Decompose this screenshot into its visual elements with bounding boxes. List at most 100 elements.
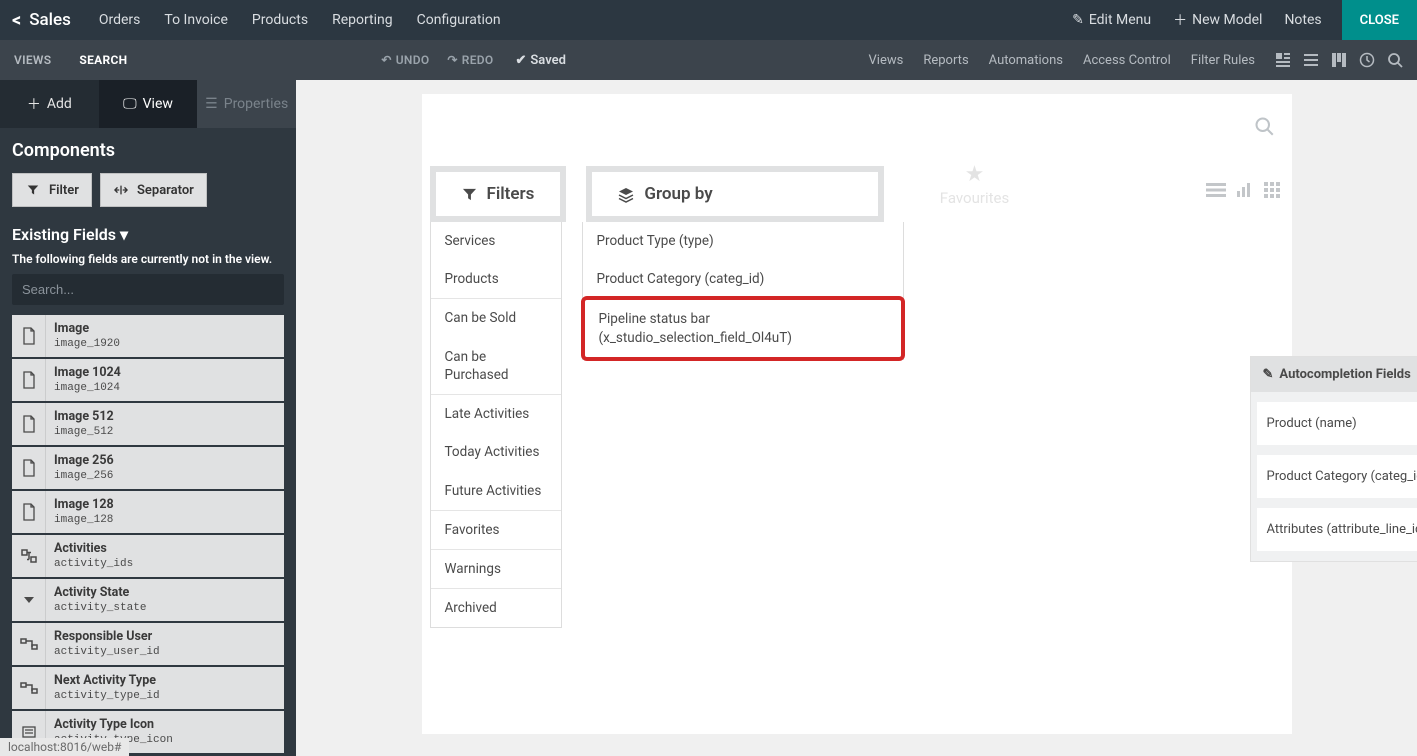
- add-tab[interactable]: ＋Add: [0, 80, 99, 128]
- pencil-icon: ✎: [1072, 12, 1084, 28]
- field-label: Activity Type Icon: [54, 717, 173, 733]
- new-model-button[interactable]: ＋New Model: [1173, 10, 1262, 30]
- kanban-view-icon[interactable]: [1331, 52, 1347, 68]
- autocomplete-item[interactable]: Product Category (categ_id): [1257, 455, 1417, 498]
- field-item[interactable]: Image 128image_128: [12, 491, 284, 533]
- automations-link[interactable]: Automations: [989, 53, 1063, 68]
- field-item[interactable]: Imageimage_1920: [12, 315, 284, 357]
- field-code: activity_user_id: [54, 646, 160, 659]
- undo-icon: ↶: [381, 53, 391, 67]
- groupby-tab-button[interactable]: Group by: [586, 166, 884, 222]
- autocompletion-panel: ✎Autocompletion Fields Product (name)Pro…: [1250, 356, 1417, 562]
- monitor-icon: 🖵: [123, 96, 137, 112]
- filter-item[interactable]: Favorites: [431, 510, 561, 549]
- link-icon: [12, 535, 46, 577]
- close-button[interactable]: CLOSE: [1342, 0, 1417, 40]
- filter-item[interactable]: Services: [431, 222, 561, 260]
- caret-down-icon: ▾: [120, 225, 128, 244]
- field-item[interactable]: Image 1024image_1024: [12, 359, 284, 401]
- funnel-icon: [25, 183, 41, 198]
- field-code: activity_ids: [54, 558, 133, 571]
- field-list: Imageimage_1920Image 1024image_1024Image…: [12, 315, 284, 753]
- reports-link[interactable]: Reports: [923, 53, 968, 68]
- groupby-column: Product Type (type)Product Category (cat…: [582, 222, 904, 360]
- existing-fields-toggle[interactable]: Existing Fields▾: [12, 225, 284, 244]
- app-title[interactable]: Sales: [29, 10, 71, 30]
- field-item[interactable]: Activity Stateactivity_state: [12, 579, 284, 621]
- redo-icon: ↷: [447, 53, 457, 67]
- layers-icon: [618, 184, 634, 204]
- field-item[interactable]: Activitiesactivity_ids: [12, 535, 284, 577]
- groupby-item[interactable]: Product Type (type): [583, 222, 903, 260]
- menu-products[interactable]: Products: [252, 12, 308, 28]
- wand-icon: ✎: [1263, 367, 1274, 382]
- star-icon: ★: [920, 162, 1030, 187]
- field-label: Responsible User: [54, 629, 160, 645]
- separator-icon: [113, 183, 129, 198]
- filters-column: ServicesProductsCan be SoldCan be Purcha…: [430, 222, 562, 628]
- autocomplete-item[interactable]: Attributes (attribute_line_ids): [1257, 508, 1417, 551]
- filter-item[interactable]: Can be Sold: [431, 298, 561, 337]
- file-icon: [12, 359, 46, 401]
- field-label: Activity State: [54, 585, 146, 601]
- access-control-link[interactable]: Access Control: [1083, 53, 1171, 68]
- field-label: Image 1024: [54, 365, 121, 381]
- filters-tab-button[interactable]: Filters: [430, 166, 567, 222]
- menu-reporting[interactable]: Reporting: [332, 12, 393, 28]
- notes-button[interactable]: Notes: [1284, 12, 1321, 28]
- filter-item[interactable]: Archived: [431, 588, 561, 627]
- filter-item[interactable]: Today Activities: [431, 433, 561, 471]
- redo-button[interactable]: ↷REDO: [447, 53, 493, 67]
- groupby-item[interactable]: Product Category (categ_id): [583, 260, 903, 298]
- separator-component-button[interactable]: Separator: [100, 173, 207, 207]
- properties-tab[interactable]: ☰Properties: [197, 80, 296, 128]
- form-view-icon[interactable]: [1275, 52, 1291, 68]
- groupby-item[interactable]: Pipeline status bar (x_studio_selection_…: [581, 296, 905, 360]
- autocomplete-item[interactable]: Product (name): [1257, 402, 1417, 445]
- check-icon: ✔: [515, 53, 526, 68]
- fields-search-input[interactable]: [12, 274, 284, 305]
- filter-item[interactable]: Can be Purchased: [431, 338, 561, 394]
- menu-to-invoice[interactable]: To Invoice: [164, 12, 228, 28]
- search-tab[interactable]: SEARCH: [65, 40, 141, 80]
- views-tab[interactable]: VIEWS: [0, 40, 65, 80]
- rel-icon: [12, 667, 46, 709]
- clock-icon[interactable]: [1359, 52, 1375, 68]
- menu-configuration[interactable]: Configuration: [417, 12, 501, 28]
- back-icon[interactable]: <: [12, 10, 21, 31]
- field-item[interactable]: Responsible Useractivity_user_id: [12, 623, 284, 665]
- menu-orders[interactable]: Orders: [99, 12, 141, 28]
- gear-icon: ☰: [205, 96, 218, 112]
- field-code: image_512: [54, 426, 114, 439]
- views-link[interactable]: Views: [869, 53, 904, 68]
- undo-button[interactable]: ↶UNDO: [381, 53, 429, 67]
- file-icon: [12, 447, 46, 489]
- filter-item[interactable]: Products: [431, 260, 561, 298]
- field-label: Image: [54, 321, 120, 337]
- filter-item[interactable]: Future Activities: [431, 472, 561, 510]
- filter-rules-link[interactable]: Filter Rules: [1191, 53, 1255, 68]
- grid-icon[interactable]: [1264, 179, 1280, 200]
- rel-icon: [12, 623, 46, 665]
- field-label: Image 256: [54, 453, 114, 469]
- field-item[interactable]: Image 512image_512: [12, 403, 284, 445]
- list-icon[interactable]: [1206, 179, 1226, 200]
- search-icon[interactable]: [1387, 52, 1403, 68]
- field-item[interactable]: Image 256image_256: [12, 447, 284, 489]
- field-code: activity_state: [54, 602, 146, 615]
- studio-sidebar: ＋Add 🖵View ☰Properties Components Filter…: [0, 80, 296, 756]
- edit-menu-button[interactable]: ✎Edit Menu: [1072, 12, 1151, 28]
- file-icon: [12, 403, 46, 445]
- components-heading: Components: [12, 140, 284, 161]
- filter-item[interactable]: Warnings: [431, 549, 561, 588]
- top-navbar: < Sales Orders To Invoice Products Repor…: [0, 0, 1417, 40]
- filter-item[interactable]: Late Activities: [431, 394, 561, 433]
- list-view-icon[interactable]: [1303, 52, 1319, 68]
- filter-component-button[interactable]: Filter: [12, 173, 92, 207]
- chart-icon[interactable]: [1236, 179, 1254, 200]
- panel-search-icon[interactable]: [1254, 112, 1274, 136]
- view-tab[interactable]: 🖵View: [99, 80, 198, 128]
- field-label: Image 512: [54, 409, 114, 425]
- plus-icon: ＋: [27, 94, 41, 114]
- field-item[interactable]: Next Activity Typeactivity_type_id: [12, 667, 284, 709]
